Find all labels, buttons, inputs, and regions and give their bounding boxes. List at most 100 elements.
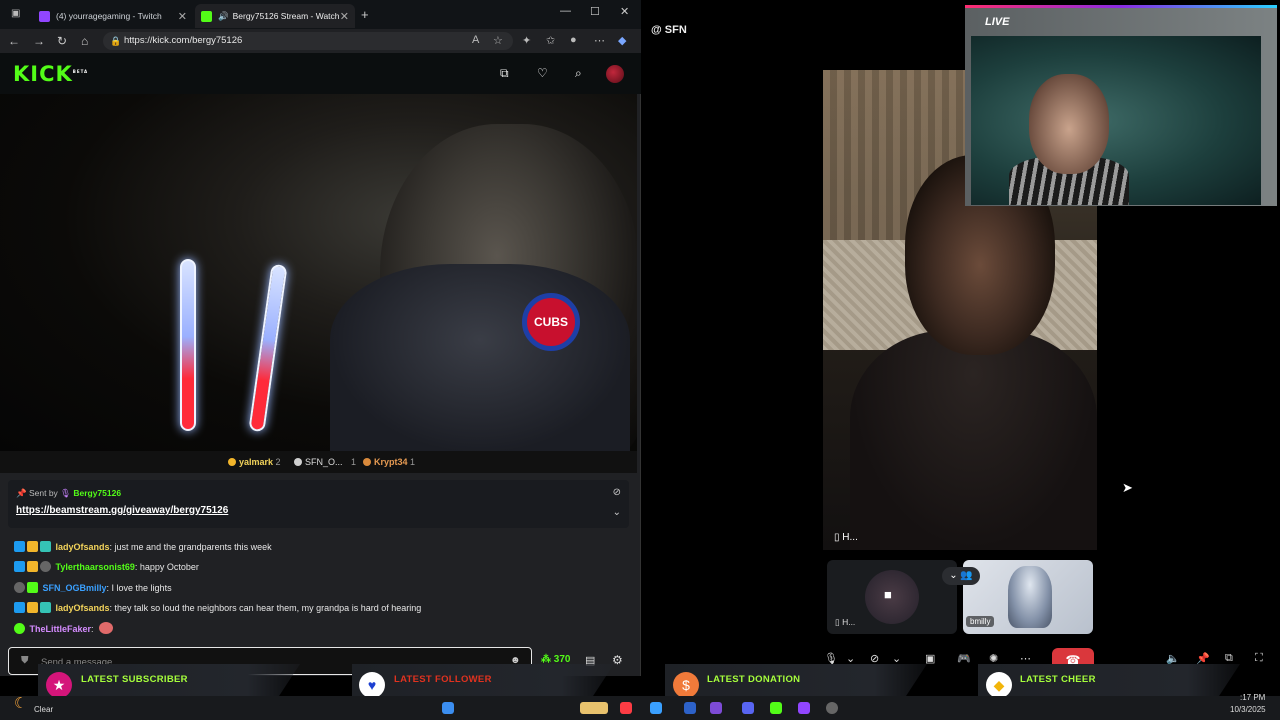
chat-message: Tylerthaarsonist69: happy October bbox=[14, 561, 199, 572]
streamer-face bbox=[1029, 74, 1109, 174]
url-field[interactable]: 🔒 https://kick.com/bergy75126 bbox=[103, 32, 513, 50]
twitch-taskbar-icon[interactable] bbox=[798, 702, 810, 714]
close-tab-icon[interactable]: ✕ bbox=[340, 10, 349, 23]
tab-title: (4) yourragegaming - Twitch bbox=[56, 11, 162, 21]
participant-body bbox=[850, 330, 1097, 550]
chat-message: ladyOfsands: they talk so loud the neigh… bbox=[14, 602, 421, 613]
weather-icon: ☾ bbox=[14, 695, 28, 712]
taskbar-app-icon[interactable] bbox=[742, 702, 754, 714]
jacket bbox=[330, 264, 630, 451]
microphone-icon[interactable]: 🎙 bbox=[824, 652, 838, 665]
heart-icon: ♥ bbox=[359, 672, 385, 698]
home-icon[interactable]: ⌂ bbox=[81, 34, 88, 48]
giveaway-link[interactable]: https://beamstream.gg/giveaway/bergy7512… bbox=[16, 505, 228, 516]
avatar bbox=[1008, 566, 1052, 628]
extensions-icon[interactable]: ✦ bbox=[522, 34, 531, 47]
participant-tile[interactable]: bmilly bbox=[963, 560, 1093, 634]
chat-username[interactable]: Tylerthaarsonist69 bbox=[56, 562, 135, 572]
chat-badge-icon: ⛊ bbox=[21, 655, 29, 666]
activities-icon[interactable]: 🎮 bbox=[957, 652, 971, 665]
tab-kick[interactable]: 🔊 Bergy75126 Stream - Watch ✕ bbox=[195, 4, 355, 28]
chat-username[interactable]: ladyOfsands bbox=[56, 542, 110, 552]
clock-time[interactable]: :17 PM bbox=[1240, 693, 1265, 702]
channel-points[interactable]: ⁂ 370 bbox=[541, 654, 570, 665]
tab-twitch[interactable]: (4) yourragegaming - Twitch ✕ bbox=[33, 4, 193, 28]
read-aloud-icon[interactable]: A bbox=[472, 34, 479, 46]
chevron-down-icon[interactable]: ⌄ bbox=[613, 507, 621, 518]
broadcaster-badge-icon bbox=[14, 561, 25, 572]
maximize-button[interactable]: ☐ bbox=[590, 5, 600, 18]
chevron-down-icon[interactable]: ⌄ bbox=[892, 652, 901, 665]
forward-icon[interactable]: → bbox=[33, 34, 45, 48]
kick-favicon-icon bbox=[201, 10, 212, 22]
sub-badge-icon bbox=[40, 602, 51, 613]
speaker-icon[interactable]: 🔊 bbox=[218, 11, 229, 22]
webcam-overlay: LIVE bbox=[965, 5, 1277, 206]
leader-entry[interactable]: yalmark 2 bbox=[228, 457, 281, 467]
pin-icon[interactable]: 📌 bbox=[1196, 652, 1210, 665]
camera-off-icon[interactable]: ⊘ bbox=[870, 652, 879, 665]
chat-username[interactable]: TheLittleFaker bbox=[30, 624, 92, 634]
soundboard-icon[interactable]: ✺ bbox=[989, 652, 998, 665]
coin-icon bbox=[363, 458, 371, 466]
participant-label: ▯ H... bbox=[835, 617, 856, 627]
user-avatar[interactable] bbox=[606, 65, 624, 83]
verified-badge-icon bbox=[14, 623, 25, 634]
participant-tile[interactable]: ■ ▯ H... bbox=[827, 560, 957, 634]
volume-icon[interactable]: 🔈 bbox=[1166, 652, 1180, 665]
browse-icon[interactable]: ⧉ bbox=[500, 66, 509, 81]
webcam-feed bbox=[971, 36, 1261, 205]
taskbar-app-icon[interactable] bbox=[826, 702, 838, 714]
music-app-icon[interactable] bbox=[620, 702, 632, 714]
pinned-message: 📌 Sent by 🎙 Bergy75126 https://beamstrea… bbox=[8, 480, 629, 528]
screen-share-icon[interactable]: ▣ bbox=[925, 652, 935, 665]
more-icon[interactable]: ⋯ bbox=[1020, 652, 1031, 665]
weather-label[interactable]: Clear bbox=[34, 705, 53, 714]
chat-username[interactable]: SFN_OGBmilly bbox=[43, 583, 107, 593]
stream-video[interactable]: CUBS bbox=[0, 94, 637, 451]
popout-icon[interactable]: ⧉ bbox=[1225, 652, 1233, 665]
unpin-icon[interactable]: ⊘ bbox=[613, 487, 621, 498]
profile-icon[interactable]: ● bbox=[570, 34, 577, 46]
favorite-icon[interactable]: ☆ bbox=[493, 34, 503, 47]
copilot-icon[interactable]: ◆ bbox=[618, 34, 626, 47]
crown-badge-icon bbox=[27, 561, 38, 572]
kick-logo[interactable]: KICKBETA bbox=[13, 62, 88, 86]
camera-icon: ■ bbox=[884, 587, 892, 602]
refresh-icon[interactable]: ↻ bbox=[57, 34, 67, 48]
start-icon[interactable] bbox=[442, 702, 454, 714]
search-icon[interactable]: ⌕ bbox=[575, 66, 582, 81]
new-tab-button[interactable]: + bbox=[361, 7, 369, 22]
close-window-button[interactable]: ✕ bbox=[620, 5, 629, 18]
clock-date[interactable]: 10/3/2025 bbox=[1230, 705, 1266, 714]
chat-settings-icon[interactable]: ⚙ bbox=[612, 653, 623, 667]
light-stick bbox=[180, 259, 196, 431]
leader-entry[interactable]: SFN_O... 1 bbox=[294, 457, 356, 467]
close-tab-icon[interactable]: ✕ bbox=[178, 10, 187, 23]
chat-list: ladyOfsands: just me and the grandparent… bbox=[8, 535, 628, 645]
chevron-down-icon[interactable]: ⌄ bbox=[846, 652, 855, 665]
chat-message: ladyOfsands: just me and the grandparent… bbox=[14, 541, 272, 552]
kick-taskbar-icon[interactable] bbox=[770, 702, 782, 714]
chat-username[interactable]: ladyOfsands bbox=[56, 603, 110, 613]
participants-toggle[interactable]: ⌄ 👥 bbox=[942, 567, 980, 585]
taskbar bbox=[0, 696, 1280, 720]
avatar bbox=[865, 570, 919, 624]
workspaces-icon[interactable]: ▣ bbox=[11, 8, 20, 19]
shield-badge-icon bbox=[14, 582, 25, 593]
taskbar-app-icon[interactable] bbox=[710, 702, 722, 714]
favorites-icon[interactable]: ✩ bbox=[546, 34, 555, 47]
more-icon[interactable]: ⋯ bbox=[594, 34, 605, 47]
address-bar-row: ← → ↻ ⌂ 🔒 https://kick.com/bergy75126 A … bbox=[0, 29, 641, 53]
taskbar-app-icon[interactable] bbox=[580, 702, 608, 714]
tab-title: Bergy75126 Stream - Watch bbox=[232, 11, 340, 21]
following-heart-icon[interactable]: ♡ bbox=[537, 66, 548, 80]
crown-badge-icon bbox=[27, 541, 38, 552]
back-icon[interactable]: ← bbox=[8, 34, 20, 48]
taskbar-app-icon[interactable] bbox=[684, 702, 696, 714]
minimize-button[interactable]: — bbox=[560, 5, 571, 17]
leader-entry[interactable]: Krypt34 1 bbox=[363, 457, 415, 467]
fullscreen-icon[interactable]: ⛶ bbox=[1255, 652, 1263, 665]
pin-icon: 📌 bbox=[16, 488, 27, 498]
taskbar-app-icon[interactable] bbox=[650, 702, 662, 714]
